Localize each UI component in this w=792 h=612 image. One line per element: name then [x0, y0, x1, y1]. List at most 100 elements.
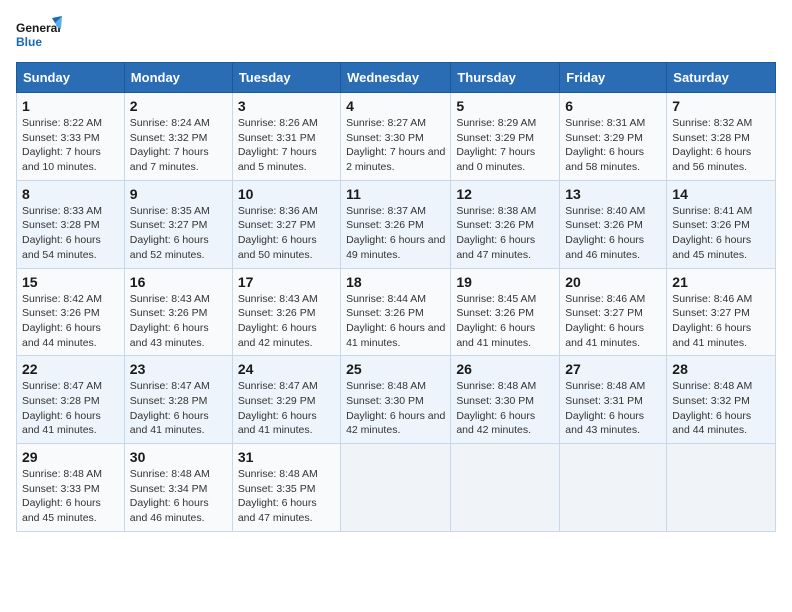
sunrise-label: Sunrise: 8:35 AM [130, 205, 210, 217]
day-number: 18 [346, 274, 445, 290]
sunrise-label: Sunrise: 8:45 AM [456, 293, 536, 305]
calendar-cell [560, 444, 667, 532]
sunset-label: Sunset: 3:35 PM [238, 483, 316, 495]
day-number: 16 [130, 274, 227, 290]
weekday-header: Friday [560, 63, 667, 93]
calendar-cell: 7 Sunrise: 8:32 AM Sunset: 3:28 PM Dayli… [667, 93, 776, 181]
sunset-label: Sunset: 3:34 PM [130, 483, 208, 495]
daylight-label: Daylight: 6 hours and 52 minutes. [130, 234, 209, 261]
day-info: Sunrise: 8:31 AM Sunset: 3:29 PM Dayligh… [565, 116, 661, 175]
sunrise-label: Sunrise: 8:31 AM [565, 117, 645, 129]
daylight-label: Daylight: 6 hours and 47 minutes. [238, 497, 317, 524]
sunset-label: Sunset: 3:26 PM [672, 219, 750, 231]
daylight-label: Daylight: 6 hours and 44 minutes. [672, 410, 751, 437]
sunset-label: Sunset: 3:31 PM [565, 395, 643, 407]
sunset-label: Sunset: 3:29 PM [456, 132, 534, 144]
daylight-label: Daylight: 6 hours and 46 minutes. [565, 234, 644, 261]
sunrise-label: Sunrise: 8:40 AM [565, 205, 645, 217]
day-info: Sunrise: 8:24 AM Sunset: 3:32 PM Dayligh… [130, 116, 227, 175]
calendar-cell: 25 Sunrise: 8:48 AM Sunset: 3:30 PM Dayl… [341, 356, 451, 444]
sunset-label: Sunset: 3:33 PM [22, 132, 100, 144]
day-number: 2 [130, 98, 227, 114]
daylight-label: Daylight: 6 hours and 43 minutes. [130, 322, 209, 349]
daylight-label: Daylight: 7 hours and 2 minutes. [346, 146, 445, 173]
weekday-header: Tuesday [232, 63, 340, 93]
day-info: Sunrise: 8:37 AM Sunset: 3:26 PM Dayligh… [346, 204, 445, 263]
sunrise-label: Sunrise: 8:48 AM [672, 380, 752, 392]
day-info: Sunrise: 8:26 AM Sunset: 3:31 PM Dayligh… [238, 116, 335, 175]
daylight-label: Daylight: 6 hours and 41 minutes. [22, 410, 101, 437]
calendar-cell: 11 Sunrise: 8:37 AM Sunset: 3:26 PM Dayl… [341, 180, 451, 268]
calendar-week-row: 22 Sunrise: 8:47 AM Sunset: 3:28 PM Dayl… [17, 356, 776, 444]
day-info: Sunrise: 8:43 AM Sunset: 3:26 PM Dayligh… [238, 292, 335, 351]
day-info: Sunrise: 8:48 AM Sunset: 3:32 PM Dayligh… [672, 379, 770, 438]
calendar-cell: 6 Sunrise: 8:31 AM Sunset: 3:29 PM Dayli… [560, 93, 667, 181]
calendar-cell: 30 Sunrise: 8:48 AM Sunset: 3:34 PM Dayl… [124, 444, 232, 532]
sunset-label: Sunset: 3:28 PM [130, 395, 208, 407]
day-info: Sunrise: 8:33 AM Sunset: 3:28 PM Dayligh… [22, 204, 119, 263]
calendar-table: SundayMondayTuesdayWednesdayThursdayFrid… [16, 62, 776, 532]
day-number: 31 [238, 449, 335, 465]
sunrise-label: Sunrise: 8:38 AM [456, 205, 536, 217]
day-number: 10 [238, 186, 335, 202]
daylight-label: Daylight: 6 hours and 56 minutes. [672, 146, 751, 173]
sunrise-label: Sunrise: 8:48 AM [22, 468, 102, 480]
calendar-cell [451, 444, 560, 532]
sunset-label: Sunset: 3:26 PM [22, 307, 100, 319]
calendar-cell: 5 Sunrise: 8:29 AM Sunset: 3:29 PM Dayli… [451, 93, 560, 181]
sunrise-label: Sunrise: 8:41 AM [672, 205, 752, 217]
daylight-label: Daylight: 6 hours and 41 minutes. [672, 322, 751, 349]
calendar-cell: 23 Sunrise: 8:47 AM Sunset: 3:28 PM Dayl… [124, 356, 232, 444]
calendar-cell: 14 Sunrise: 8:41 AM Sunset: 3:26 PM Dayl… [667, 180, 776, 268]
daylight-label: Daylight: 6 hours and 49 minutes. [346, 234, 445, 261]
daylight-label: Daylight: 6 hours and 41 minutes. [565, 322, 644, 349]
day-info: Sunrise: 8:43 AM Sunset: 3:26 PM Dayligh… [130, 292, 227, 351]
calendar-week-row: 15 Sunrise: 8:42 AM Sunset: 3:26 PM Dayl… [17, 268, 776, 356]
daylight-label: Daylight: 6 hours and 41 minutes. [456, 322, 535, 349]
daylight-label: Daylight: 6 hours and 41 minutes. [130, 410, 209, 437]
calendar-cell: 19 Sunrise: 8:45 AM Sunset: 3:26 PM Dayl… [451, 268, 560, 356]
day-info: Sunrise: 8:32 AM Sunset: 3:28 PM Dayligh… [672, 116, 770, 175]
sunrise-label: Sunrise: 8:37 AM [346, 205, 426, 217]
svg-text:General: General [16, 21, 61, 35]
day-number: 12 [456, 186, 554, 202]
weekday-header: Wednesday [341, 63, 451, 93]
sunrise-label: Sunrise: 8:46 AM [672, 293, 752, 305]
day-info: Sunrise: 8:46 AM Sunset: 3:27 PM Dayligh… [565, 292, 661, 351]
day-info: Sunrise: 8:42 AM Sunset: 3:26 PM Dayligh… [22, 292, 119, 351]
day-info: Sunrise: 8:27 AM Sunset: 3:30 PM Dayligh… [346, 116, 445, 175]
day-info: Sunrise: 8:48 AM Sunset: 3:34 PM Dayligh… [130, 467, 227, 526]
calendar-cell [667, 444, 776, 532]
sunrise-label: Sunrise: 8:36 AM [238, 205, 318, 217]
day-info: Sunrise: 8:46 AM Sunset: 3:27 PM Dayligh… [672, 292, 770, 351]
sunrise-label: Sunrise: 8:46 AM [565, 293, 645, 305]
day-info: Sunrise: 8:48 AM Sunset: 3:33 PM Dayligh… [22, 467, 119, 526]
weekday-header: Sunday [17, 63, 125, 93]
calendar-cell: 26 Sunrise: 8:48 AM Sunset: 3:30 PM Dayl… [451, 356, 560, 444]
calendar-week-row: 29 Sunrise: 8:48 AM Sunset: 3:33 PM Dayl… [17, 444, 776, 532]
daylight-label: Daylight: 7 hours and 0 minutes. [456, 146, 535, 173]
daylight-label: Daylight: 6 hours and 41 minutes. [238, 410, 317, 437]
sunset-label: Sunset: 3:29 PM [238, 395, 316, 407]
day-info: Sunrise: 8:48 AM Sunset: 3:31 PM Dayligh… [565, 379, 661, 438]
sunset-label: Sunset: 3:26 PM [456, 219, 534, 231]
sunset-label: Sunset: 3:27 PM [565, 307, 643, 319]
day-number: 19 [456, 274, 554, 290]
calendar-cell: 29 Sunrise: 8:48 AM Sunset: 3:33 PM Dayl… [17, 444, 125, 532]
day-info: Sunrise: 8:35 AM Sunset: 3:27 PM Dayligh… [130, 204, 227, 263]
sunrise-label: Sunrise: 8:48 AM [565, 380, 645, 392]
sunset-label: Sunset: 3:28 PM [22, 395, 100, 407]
sunrise-label: Sunrise: 8:48 AM [346, 380, 426, 392]
day-info: Sunrise: 8:22 AM Sunset: 3:33 PM Dayligh… [22, 116, 119, 175]
day-number: 30 [130, 449, 227, 465]
day-number: 7 [672, 98, 770, 114]
weekday-header: Thursday [451, 63, 560, 93]
day-number: 29 [22, 449, 119, 465]
daylight-label: Daylight: 6 hours and 54 minutes. [22, 234, 101, 261]
day-number: 17 [238, 274, 335, 290]
day-info: Sunrise: 8:38 AM Sunset: 3:26 PM Dayligh… [456, 204, 554, 263]
sunrise-label: Sunrise: 8:22 AM [22, 117, 102, 129]
daylight-label: Daylight: 6 hours and 42 minutes. [346, 410, 445, 437]
sunrise-label: Sunrise: 8:48 AM [130, 468, 210, 480]
sunrise-label: Sunrise: 8:43 AM [130, 293, 210, 305]
